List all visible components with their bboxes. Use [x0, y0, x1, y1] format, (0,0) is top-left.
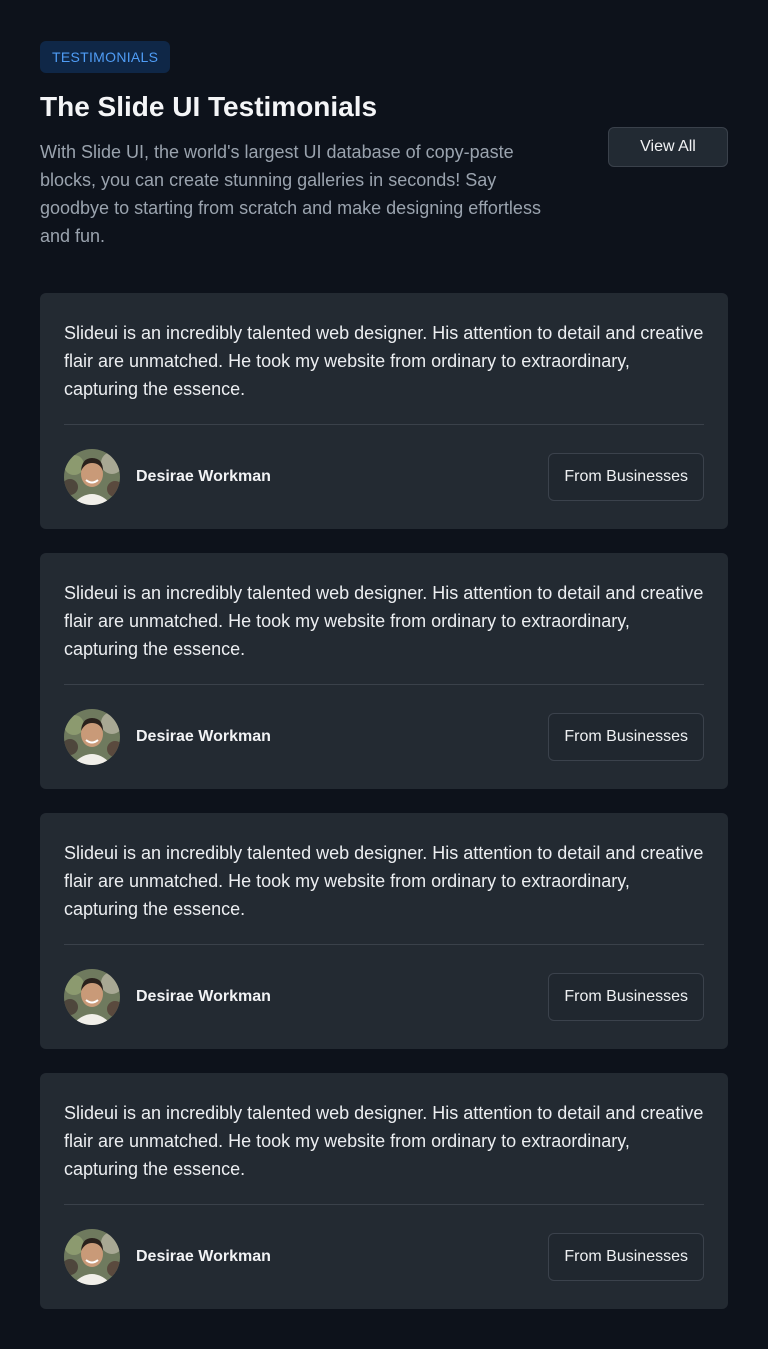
section-header: TESTIMONIALS The Slide UI Testimonials W… — [40, 41, 728, 293]
view-all-button[interactable]: View All — [608, 127, 728, 167]
testimonial-footer: Desirae Workman From Businesses — [64, 685, 704, 789]
source-button[interactable]: From Businesses — [548, 973, 704, 1021]
section-description: With Slide UI, the world's largest UI da… — [40, 142, 541, 246]
testimonial-footer: Desirae Workman From Businesses — [64, 425, 704, 529]
testimonial-card: Slideui is an incredibly talented web de… — [40, 553, 728, 789]
section-badge: TESTIMONIALS — [40, 41, 171, 73]
author: Desirae Workman — [64, 1229, 271, 1285]
author: Desirae Workman — [64, 449, 271, 505]
testimonial-quote: Slideui is an incredibly talented web de… — [64, 1103, 704, 1179]
avatar-photo-icon — [64, 709, 120, 765]
avatar-photo-icon — [64, 449, 120, 505]
testimonial-list: Slideui is an incredibly talented web de… — [40, 293, 728, 1309]
testimonial-quote: Slideui is an incredibly talented web de… — [64, 583, 704, 659]
author-name: Desirae Workman — [136, 728, 271, 745]
testimonial-quote: Slideui is an incredibly talented web de… — [64, 843, 704, 919]
author: Desirae Workman — [64, 709, 271, 765]
section-title: The Slide UI Testimonials — [40, 91, 378, 122]
avatar-photo-icon — [64, 1229, 120, 1285]
author-name: Desirae Workman — [136, 988, 271, 1005]
source-button[interactable]: From Businesses — [548, 1233, 704, 1281]
author: Desirae Workman — [64, 969, 271, 1025]
avatar-photo-icon — [64, 969, 120, 1025]
testimonial-quote: Slideui is an incredibly talented web de… — [64, 323, 704, 399]
testimonial-card: Slideui is an incredibly talented web de… — [40, 1073, 728, 1309]
testimonial-footer: Desirae Workman From Businesses — [64, 945, 704, 1049]
author-name: Desirae Workman — [136, 1248, 271, 1265]
testimonial-card: Slideui is an incredibly talented web de… — [40, 813, 728, 1049]
author-name: Desirae Workman — [136, 468, 271, 485]
source-button[interactable]: From Businesses — [548, 713, 704, 761]
testimonial-card: Slideui is an incredibly talented web de… — [40, 293, 728, 529]
source-button[interactable]: From Businesses — [548, 453, 704, 501]
testimonials-page: TESTIMONIALS The Slide UI Testimonials W… — [0, 0, 768, 1349]
testimonial-footer: Desirae Workman From Businesses — [64, 1205, 704, 1309]
